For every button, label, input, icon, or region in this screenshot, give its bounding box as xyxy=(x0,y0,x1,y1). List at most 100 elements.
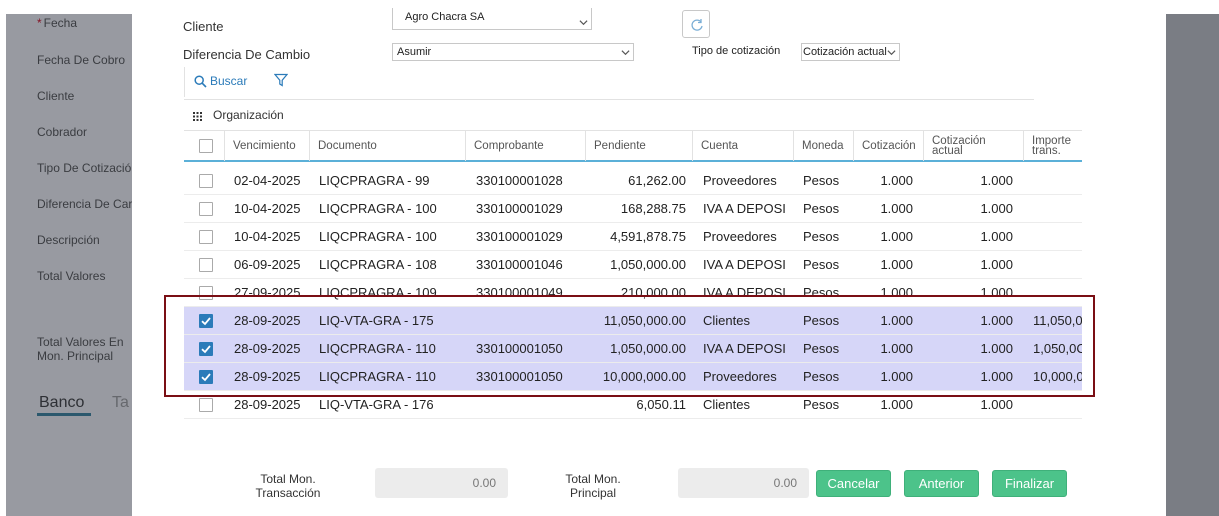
cell-documento: LIQCPRAGRA - 109 xyxy=(319,285,437,300)
row-checkbox[interactable] xyxy=(199,398,213,412)
cell-cotizacion-actual: 1.000 xyxy=(980,285,1013,300)
modal-overlay-right xyxy=(1166,14,1219,516)
cell-cotizacion-actual: 1.000 xyxy=(980,397,1013,412)
cell-vencimiento: 28-09-2025 xyxy=(234,341,301,356)
total-transaccion-label-line2: Transacción xyxy=(255,486,321,500)
buscar-button[interactable]: Buscar xyxy=(194,74,247,88)
cell-cotizacion-actual: 1.000 xyxy=(980,369,1013,384)
cell-moneda: Pesos xyxy=(803,369,840,384)
row-checkbox[interactable] xyxy=(199,230,213,244)
total-principal-field: 0.00 xyxy=(678,468,809,498)
cell-cotizacion: 1.000 xyxy=(880,397,913,412)
row-checkbox[interactable] xyxy=(199,314,213,328)
table-row[interactable]: 28-09-2025 LIQCPRAGRA - 110 330100001050 1,… xyxy=(184,335,1082,363)
col-vencimiento[interactable]: Vencimiento xyxy=(224,131,309,161)
cell-comprobante: 330100001029 xyxy=(476,201,563,216)
cell-cotizacion: 1.000 xyxy=(880,313,913,328)
cell-cuenta: Proveedores xyxy=(703,369,777,384)
chevron-down-icon xyxy=(579,20,588,26)
finish-button[interactable]: Finalizar xyxy=(992,470,1067,497)
cell-documento: LIQ-VTA-GRA - 175 xyxy=(319,313,434,328)
diferencia-label: Diferencia De Cambio xyxy=(183,47,311,62)
table-row[interactable]: 28-09-2025 LIQ-VTA-GRA - 176 6,050.11 Clien… xyxy=(184,391,1082,419)
cell-cotizacion: 1.000 xyxy=(880,257,913,272)
cell-documento: LIQCPRAGRA - 108 xyxy=(319,257,437,272)
table-row[interactable]: 27-09-2025 LIQCPRAGRA - 109 330100001049 21… xyxy=(184,279,1082,307)
cell-moneda: Pesos xyxy=(803,285,840,300)
cell-moneda: Pesos xyxy=(803,341,840,356)
col-moneda[interactable]: Moneda xyxy=(793,131,853,161)
organizacion-group-label[interactable]: Organización xyxy=(213,108,284,122)
row-checkbox[interactable] xyxy=(199,202,213,216)
cliente-label: Cliente xyxy=(183,19,224,34)
cell-cuenta: IVA A DEPOSI xyxy=(703,201,786,216)
toolbar-bottom-border xyxy=(184,99,1034,100)
cell-cuenta: IVA A DEPOSI xyxy=(703,285,786,300)
col-cuenta[interactable]: Cuenta xyxy=(692,131,793,161)
modal-overlay-left xyxy=(6,14,132,516)
cell-moneda: Pesos xyxy=(803,173,840,188)
cell-cotizacion: 1.000 xyxy=(880,369,913,384)
cell-pendiente: 10,000,000.00 xyxy=(602,369,686,384)
cell-vencimiento: 28-09-2025 xyxy=(234,313,301,328)
row-checkbox[interactable] xyxy=(199,342,213,356)
table-row[interactable]: 28-09-2025 LIQ-VTA-GRA - 175 11,050,000.00… xyxy=(184,307,1082,335)
cell-moneda: Pesos xyxy=(803,201,840,216)
col-cotizacion-actual[interactable]: Cotización actual xyxy=(923,131,1023,161)
previous-button[interactable]: Anterior xyxy=(904,470,979,497)
col-pendiente[interactable]: Pendiente xyxy=(585,131,692,161)
cell-vencimiento: 10-04-2025 xyxy=(234,201,301,216)
checkmark-icon xyxy=(201,317,211,326)
cell-documento: LIQCPRAGRA - 110 xyxy=(319,369,436,384)
col-cotizacion[interactable]: Cotización xyxy=(853,131,923,161)
cancel-button[interactable]: Cancelar xyxy=(816,470,891,497)
cell-pendiente: 6,050.11 xyxy=(636,397,686,412)
col-importe-trans[interactable]: Importe trans. xyxy=(1023,131,1082,161)
total-principal-label: Total Mon. Principal xyxy=(543,472,643,500)
cell-cotizacion-actual: 1.000 xyxy=(980,341,1013,356)
toolbar-divider xyxy=(184,67,185,97)
table-row[interactable]: 06-09-2025 LIQCPRAGRA - 108 330100001046 1,… xyxy=(184,251,1082,279)
cell-pendiente: 61,262.00 xyxy=(628,173,686,188)
row-checkbox[interactable] xyxy=(199,286,213,300)
table-row[interactable]: 10-04-2025 LIQCPRAGRA - 100 330100001029 16… xyxy=(184,195,1082,223)
row-checkbox[interactable] xyxy=(199,258,213,272)
col-comprobante[interactable]: Comprobante xyxy=(465,131,585,161)
cell-comprobante: 330100001049 xyxy=(476,285,563,300)
cell-cotizacion: 1.000 xyxy=(880,229,913,244)
cell-cuenta: Clientes xyxy=(703,397,750,412)
tipo-cotizacion-select[interactable]: Cotización actual xyxy=(801,43,900,61)
refresh-button[interactable] xyxy=(682,10,710,38)
cell-cotizacion: 1.000 xyxy=(880,285,913,300)
buscar-label: Buscar xyxy=(210,74,248,88)
search-icon xyxy=(194,74,207,88)
cell-importe xyxy=(1033,279,1082,307)
tipo-cotizacion-value: Cotización actual xyxy=(803,46,887,58)
cell-documento: LIQCPRAGRA - 100 xyxy=(319,201,437,216)
cell-importe xyxy=(1033,391,1082,419)
cliente-select[interactable]: Agro Chacra SA xyxy=(392,8,592,30)
refresh-icon xyxy=(691,19,703,31)
table-row[interactable]: 10-04-2025 LIQCPRAGRA - 100 330100001029 4,… xyxy=(184,223,1082,251)
cell-comprobante xyxy=(476,391,586,419)
cell-cotizacion-actual: 1.000 xyxy=(980,173,1013,188)
diferencia-select[interactable]: Asumir xyxy=(392,43,634,61)
documents-grid: Vencimiento Documento Comprobante Pendie… xyxy=(184,130,1082,420)
grid-header: Vencimiento Documento Comprobante Pendie… xyxy=(184,130,1082,162)
table-row[interactable]: 28-09-2025 LIQCPRAGRA - 110 330100001050 10… xyxy=(184,363,1082,391)
table-row[interactable]: 02-04-2025 LIQCPRAGRA - 99 330100001028 61,… xyxy=(184,167,1082,195)
row-checkbox[interactable] xyxy=(199,370,213,384)
row-checkbox[interactable] xyxy=(199,174,213,188)
cell-documento: LIQCPRAGRA - 99 xyxy=(319,173,430,188)
total-transaccion-label: Total Mon. Transacción xyxy=(238,472,338,500)
cell-cotizacion: 1.000 xyxy=(880,201,913,216)
cell-importe: 11,050,0( xyxy=(1033,313,1082,328)
cell-vencimiento: 28-09-2025 xyxy=(234,369,301,384)
cell-cotizacion-actual: 1.000 xyxy=(980,229,1013,244)
cell-comprobante: 330100001046 xyxy=(476,257,563,272)
cell-vencimiento: 10-04-2025 xyxy=(234,229,301,244)
col-documento[interactable]: Documento xyxy=(309,131,465,161)
filter-icon[interactable] xyxy=(274,73,288,87)
cell-pendiente: 210,000.00 xyxy=(620,285,686,300)
select-all-checkbox[interactable] xyxy=(199,139,213,153)
